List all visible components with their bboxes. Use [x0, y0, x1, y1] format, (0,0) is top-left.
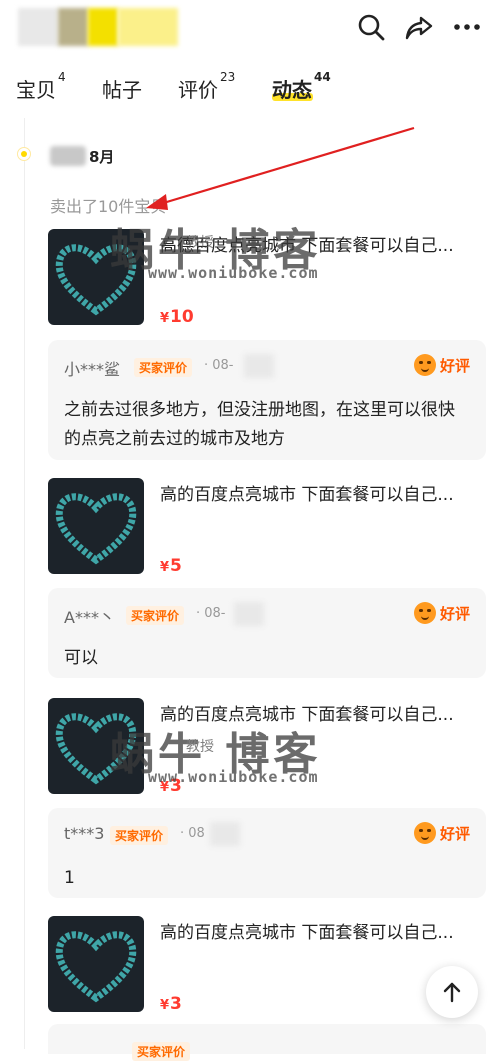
- buyer-review: A***丶 买家评价 · 08- 好评 可以: [48, 588, 486, 678]
- product-thumbnail[interactable]: [48, 229, 144, 325]
- reviewer-name: t***3: [64, 824, 105, 843]
- review-tag: 买家评价: [132, 1042, 191, 1061]
- arrow-up-icon: [443, 982, 461, 1003]
- product-thumbnail[interactable]: [48, 916, 144, 1012]
- smile-icon: [413, 822, 436, 844]
- review-text: 之前去过很多地方，但没注册地图，在这里可以很快的点亮之前去过的城市及地方: [64, 400, 455, 449]
- rating-badge: 好评: [413, 354, 470, 376]
- item-title[interactable]: 高的百度点亮城市 下面套餐可以自己...: [160, 480, 488, 505]
- item-price: ¥3: [160, 994, 182, 1014]
- item-price: ¥10: [160, 307, 194, 327]
- date-blurred: [234, 602, 264, 626]
- review-text: 可以: [64, 648, 98, 668]
- buyer-review: 小***鲨 买家评价 · 08- 好评 之前去过很多地方，但没注册地图，在这里可…: [48, 340, 486, 460]
- item-price: ¥3: [160, 776, 182, 796]
- review-tag: 买家评价: [110, 826, 169, 845]
- smile-icon: [413, 602, 436, 624]
- rating-badge: 好评: [413, 822, 470, 844]
- item-title[interactable]: 高的百度点亮城市 下面套餐可以自己...: [160, 918, 488, 943]
- date-blurred: [210, 822, 240, 846]
- sold-item[interactable]: 高的百度点亮城市 下面套餐可以自己... ¥3: [48, 916, 488, 1014]
- review-date: · 08: [180, 826, 205, 841]
- buyer-review: 买家评价: [48, 1024, 486, 1061]
- sold-item[interactable]: 高的百度点亮城市 下面套餐可以自己... ¥3: [48, 698, 488, 796]
- rating-badge: 好评: [413, 602, 470, 624]
- reviewer-name: A***丶: [64, 608, 115, 627]
- review-tag: 买家评价: [126, 606, 185, 625]
- product-thumbnail[interactable]: [48, 478, 144, 574]
- item-price: ¥5: [160, 556, 182, 576]
- item-title[interactable]: 高德百度点亮城市 下面套餐可以自己...: [160, 231, 488, 256]
- smile-icon: [413, 354, 436, 376]
- buyer-review: t***3 买家评价 · 08 好评 1: [48, 808, 486, 898]
- sold-item[interactable]: 高德百度点亮城市 下面套餐可以自己... ¥10: [48, 229, 488, 327]
- product-thumbnail[interactable]: [48, 698, 144, 794]
- date-blurred: [244, 354, 274, 378]
- review-text: 1: [64, 868, 75, 888]
- review-date: · 08-: [196, 606, 226, 621]
- item-title[interactable]: 高的百度点亮城市 下面套餐可以自己...: [160, 700, 488, 725]
- sold-item[interactable]: 高的百度点亮城市 下面套餐可以自己... ¥5: [48, 478, 488, 576]
- review-tag: 买家评价: [134, 358, 193, 377]
- scroll-to-top-button[interactable]: [426, 966, 478, 1018]
- reviewer-name: 小***鲨: [64, 360, 121, 379]
- review-date: · 08-: [204, 358, 234, 373]
